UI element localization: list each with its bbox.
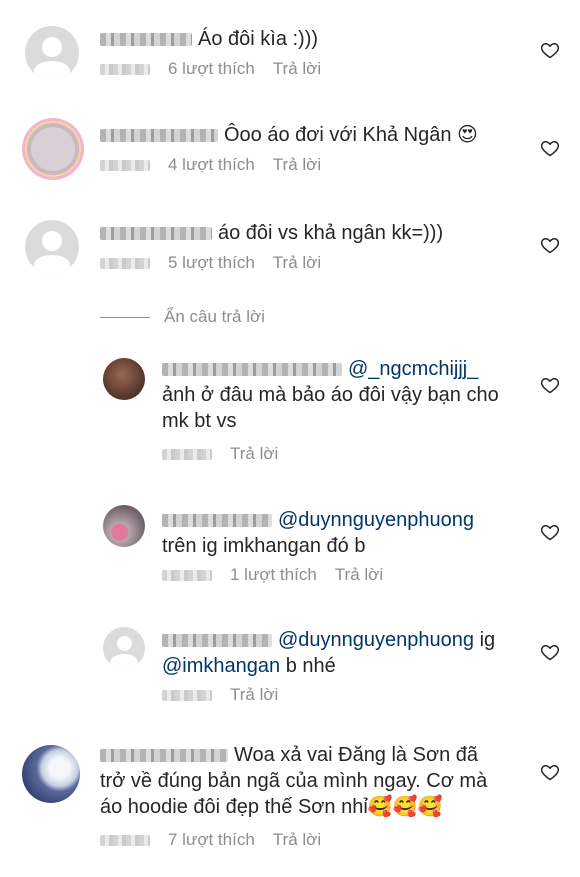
timestamp-blurred	[100, 64, 150, 76]
username-blurred[interactable]	[100, 227, 212, 241]
comment-text: áo hoodie đôi đẹp thế Sơn nhỉ🥰🥰🥰	[100, 796, 443, 818]
comment-text: Ôoo áo đơi với Khả Ngân 😍	[224, 124, 478, 146]
heart-outline-icon[interactable]	[540, 522, 560, 542]
like-count[interactable]: 1 lượt thích	[230, 565, 317, 584]
like-count[interactable]: 5 lượt thích	[168, 253, 255, 272]
hide-replies-toggle[interactable]: Ẩn câu trả lời	[100, 304, 265, 330]
avatar[interactable]	[103, 358, 145, 400]
avatar[interactable]	[22, 118, 84, 180]
hide-replies-label[interactable]: Ẩn câu trả lời	[164, 307, 265, 327]
heart-outline-icon[interactable]	[540, 375, 560, 395]
comment-text: Áo đôi kìa :)))	[198, 28, 319, 50]
reply-text: mk bt vs	[162, 410, 237, 432]
username-blurred[interactable]	[162, 634, 272, 648]
reply-text: b nhé	[280, 655, 336, 677]
like-count[interactable]: 4 lượt thích	[168, 155, 255, 174]
default-avatar-icon[interactable]	[25, 220, 79, 274]
comment-text: Woa xả vai Đăng là Sơn đã	[234, 744, 478, 766]
reply-button[interactable]: Trả lời	[273, 59, 321, 78]
timestamp-blurred	[100, 160, 150, 172]
timestamp-blurred	[100, 258, 150, 270]
username-blurred[interactable]	[100, 33, 192, 47]
username-blurred[interactable]	[100, 749, 228, 763]
mention-link[interactable]: @imkhangan	[162, 655, 280, 677]
mention-link[interactable]: @duynnguyenphuong	[278, 509, 474, 531]
like-count[interactable]: 6 lượt thích	[168, 59, 255, 78]
timestamp-blurred	[162, 449, 212, 461]
reply-button[interactable]: Trả lời	[230, 685, 278, 704]
username-blurred[interactable]	[162, 514, 272, 528]
comment-text: trở về đúng bản ngã của mình ngay. Cơ mà	[100, 770, 488, 792]
reply-button[interactable]: Trả lời	[273, 155, 321, 174]
reply-text: trên ig imkhangan đó b	[162, 535, 366, 557]
username-blurred[interactable]	[162, 363, 342, 377]
heart-outline-icon[interactable]	[540, 762, 560, 782]
reply-text: ảnh ở đâu mà bảo áo đôi vậy bạn cho	[162, 384, 499, 406]
mention-link[interactable]: @_ngcmchijjj_	[348, 358, 478, 380]
avatar[interactable]	[22, 745, 80, 803]
reply-text: ig	[474, 629, 496, 651]
timestamp-blurred	[162, 570, 212, 582]
reply-button[interactable]: Trả lời	[230, 444, 278, 463]
heart-outline-icon[interactable]	[540, 642, 560, 662]
reply-button[interactable]: Trả lời	[335, 565, 383, 584]
heart-outline-icon[interactable]	[540, 40, 560, 60]
default-avatar-icon[interactable]	[103, 627, 145, 669]
divider-line	[100, 316, 150, 318]
like-count[interactable]: 7 lượt thích	[168, 830, 255, 849]
heart-outline-icon[interactable]	[540, 138, 560, 158]
username-blurred[interactable]	[100, 129, 218, 143]
mention-link[interactable]: @duynnguyenphuong	[278, 629, 474, 651]
reply-button[interactable]: Trả lời	[273, 253, 321, 272]
heart-outline-icon[interactable]	[540, 235, 560, 255]
timestamp-blurred	[100, 835, 150, 847]
comment-text: áo đôi vs khả ngân kk=)))	[218, 222, 444, 244]
avatar[interactable]	[103, 505, 145, 547]
default-avatar-icon[interactable]	[25, 26, 79, 80]
timestamp-blurred	[162, 690, 212, 702]
reply-button[interactable]: Trả lời	[273, 830, 321, 849]
